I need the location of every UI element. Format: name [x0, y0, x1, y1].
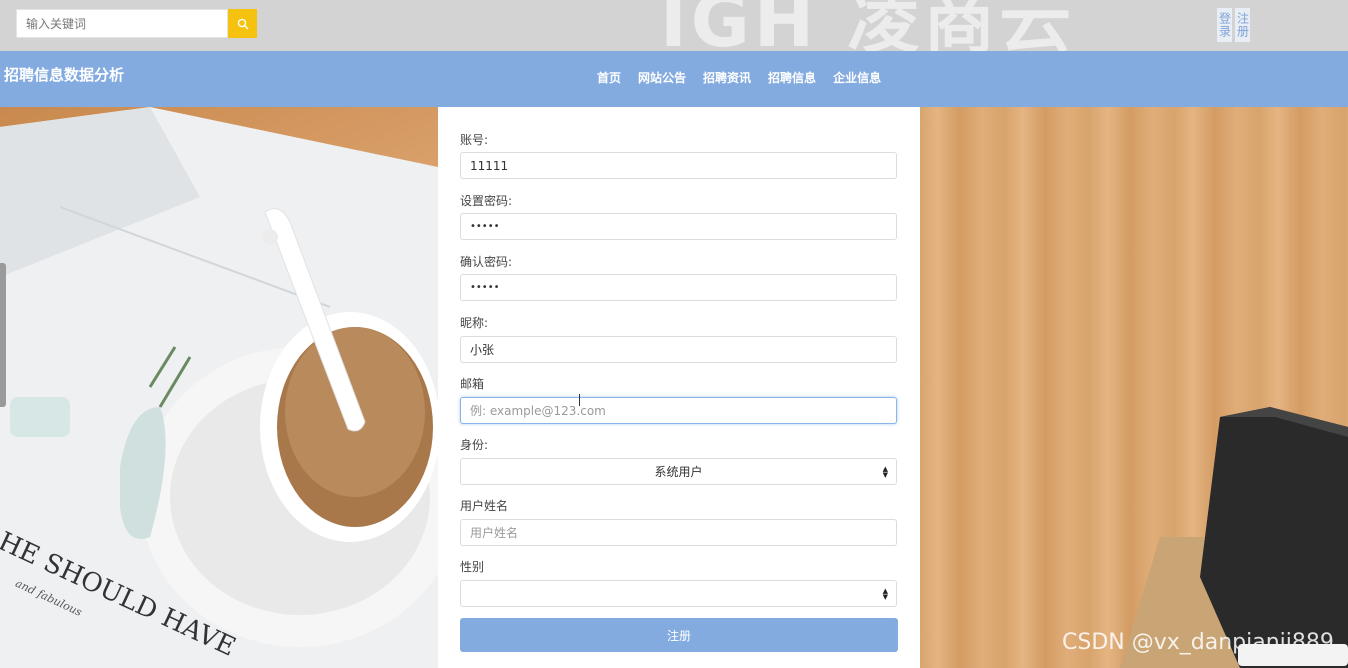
nickname-input[interactable]: 小张 — [460, 336, 897, 363]
gender-select[interactable]: ▲ ▼ — [460, 580, 897, 607]
username-label: 用户姓名 — [460, 499, 509, 513]
top-bar: IGH 凌商云 登录 注册 — [0, 0, 1348, 51]
identity-select[interactable]: 系统用户 ▲ ▼ — [460, 458, 897, 485]
nav-item-announcements[interactable]: 网站公告 — [638, 69, 686, 86]
username-input[interactable]: 用户姓名 — [460, 519, 897, 546]
background-image-left: HE SHOULD HAVE and fabulous — [0, 107, 438, 668]
search-icon — [237, 18, 248, 29]
nav-item-recruit-news[interactable]: 招聘资讯 — [703, 69, 751, 86]
confirm-password-label: 确认密码: — [460, 255, 513, 269]
account-input[interactable]: 11111 — [460, 152, 897, 179]
gender-label: 性别 — [460, 560, 485, 574]
site-title: 招聘信息数据分析 — [4, 66, 125, 84]
select-caret-icon: ▲ ▼ — [882, 587, 888, 601]
nav-item-job-info[interactable]: 招聘信息 — [768, 69, 816, 86]
identity-selected-value: 系统用户 — [654, 465, 703, 479]
main-nav: 首页 网站公告 招聘资讯 招聘信息 企业信息 — [597, 69, 898, 86]
coffee-illustration: HE SHOULD HAVE and fabulous — [0, 107, 438, 668]
select-caret-icon: ▲ ▼ — [882, 465, 888, 479]
confirm-password-input[interactable]: ••••• — [460, 274, 897, 301]
register-link[interactable]: 注册 — [1235, 8, 1250, 42]
search-button[interactable] — [228, 9, 257, 38]
password-label: 设置密码: — [460, 194, 513, 208]
email-input[interactable]: 例: example@123.com — [460, 397, 897, 424]
background-logo-graphic: IGH 凌商云 — [660, 0, 1076, 51]
search-input[interactable] — [16, 9, 228, 38]
notebook-illustration — [1120, 407, 1348, 668]
nickname-label: 昵称: — [460, 316, 489, 330]
login-link[interactable]: 登录 — [1217, 8, 1232, 42]
search-box — [16, 9, 257, 38]
password-input[interactable]: ••••• — [460, 213, 897, 240]
register-submit-button[interactable]: 注册 — [460, 618, 898, 652]
nav-item-home[interactable]: 首页 — [597, 69, 621, 86]
register-form: 账号: 11111 设置密码: ••••• 确认密码: ••••• 昵称: 小张… — [438, 107, 920, 668]
nav-bar: 招聘信息数据分析 首页 网站公告 招聘资讯 招聘信息 企业信息 — [0, 51, 1348, 107]
email-label: 邮箱 — [460, 377, 485, 391]
text-cursor — [579, 394, 580, 406]
system-tray — [1238, 644, 1348, 666]
identity-label: 身份: — [460, 438, 489, 452]
account-label: 账号: — [460, 133, 489, 147]
page-scroll-handle[interactable] — [0, 263, 6, 407]
nav-item-company-info[interactable]: 企业信息 — [833, 69, 881, 86]
auth-links: 登录 注册 — [1217, 8, 1250, 42]
background-image-right — [920, 107, 1348, 668]
